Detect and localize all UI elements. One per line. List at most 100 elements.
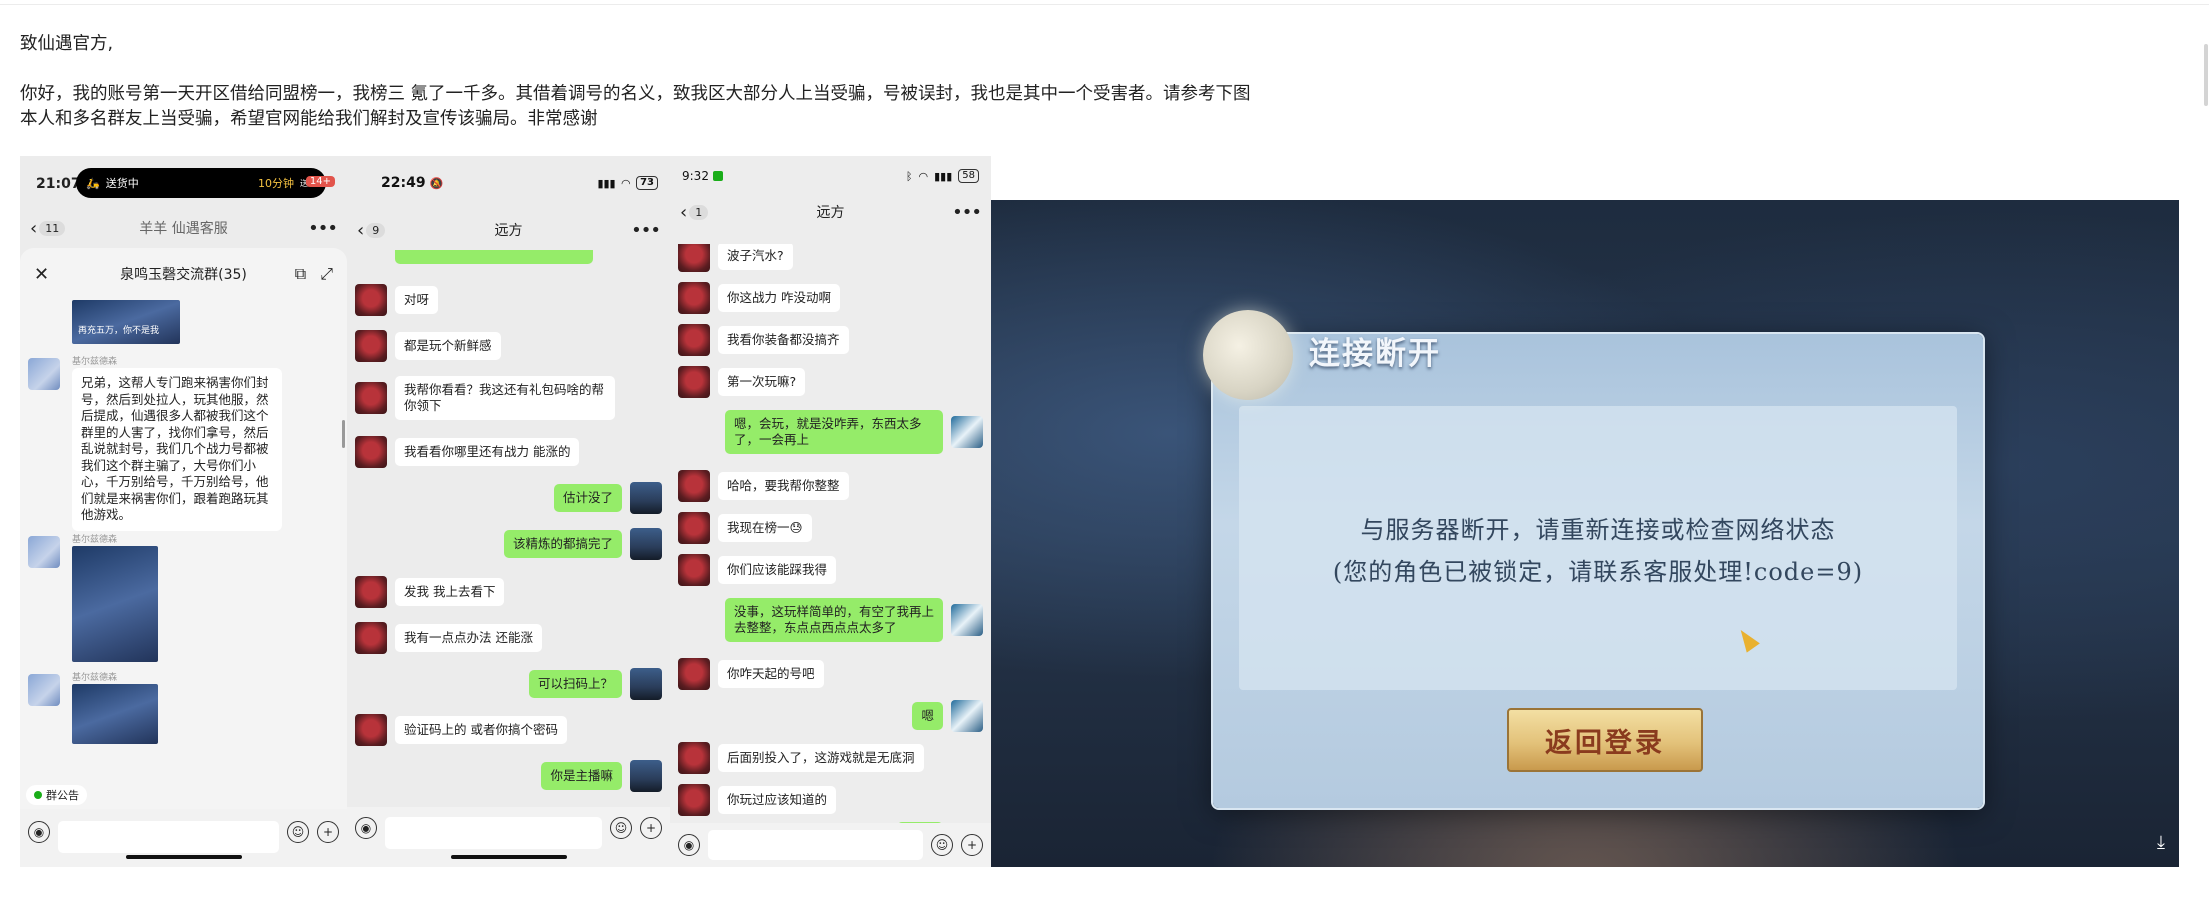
back-icon[interactable]: ‹ [680, 202, 687, 223]
message-bubble[interactable]: 你玩过应该知道的 [718, 786, 837, 814]
avatar[interactable] [678, 244, 710, 272]
back-icon[interactable]: ‹ [30, 218, 37, 239]
plus-icon[interactable]: + [961, 834, 983, 856]
avatar[interactable] [678, 366, 710, 398]
message-bubble[interactable]: 没事，这玩样简单的，有空了我再上去整整，东点点西点点太多了 [725, 598, 943, 642]
sender-name: 基尔兹德森 [72, 535, 118, 545]
chat-screenshot-image[interactable] [72, 546, 158, 662]
message-bubble[interactable]: 后面别投入了，这游戏就是无底洞 [718, 744, 924, 772]
message-row: 你这战力 咋没动啊 [670, 282, 991, 314]
avatar[interactable] [678, 742, 710, 774]
group-notice[interactable]: 群公告 [26, 785, 87, 805]
avatar[interactable] [355, 622, 387, 654]
message-bubble[interactable]: 估计没了 [553, 484, 622, 512]
avatar[interactable] [355, 382, 387, 414]
message-bubble[interactable]: 我有一点点办法 还能涨 [395, 624, 542, 652]
avatar[interactable] [678, 324, 710, 356]
avatar[interactable] [678, 512, 710, 544]
avatar[interactable] [678, 658, 710, 690]
battery-badge: 14+ [305, 176, 335, 187]
home-indicator[interactable] [450, 855, 567, 859]
avatar[interactable] [28, 536, 60, 568]
avatar[interactable] [630, 760, 662, 792]
message-bubble[interactable]: 可以扫码上？ [528, 670, 622, 698]
more-icon[interactable]: ••• [952, 202, 982, 223]
message-bubble[interactable]: 我帮你看看？我这还有礼包码啥的帮你领下 [395, 376, 615, 420]
back-icon[interactable]: ‹ [357, 220, 364, 241]
chat-image[interactable]: 再充五万，你不是我 [72, 300, 180, 344]
plus-icon[interactable]: + [317, 821, 339, 843]
message-row: 我看看你哪里还有战力 能涨的 [347, 436, 670, 468]
notice-icon [34, 791, 42, 799]
avatar[interactable] [951, 416, 983, 448]
group-message-list[interactable]: 再充五万，你不是我 基尔兹德森 兄弟，这帮人专门跑来祸害你们封号，然后到处拉人，… [20, 300, 347, 775]
message-bubble[interactable]: 嗯，会玩，就是没咋弄，东西太多了，一会再上 [725, 410, 943, 454]
avatar[interactable] [678, 784, 710, 816]
close-icon[interactable]: ✕ [34, 264, 49, 285]
voice-icon[interactable]: ◉ [678, 834, 700, 856]
message-bubble[interactable]: 对呀 [395, 286, 439, 314]
message-bubble[interactable]: 发我 我上去看下 [395, 578, 505, 606]
avatar[interactable] [355, 284, 387, 316]
more-icon[interactable]: ••• [631, 220, 661, 241]
avatar[interactable] [678, 470, 710, 502]
avatar[interactable] [28, 674, 60, 706]
avatar[interactable] [630, 482, 662, 514]
avatar[interactable] [630, 668, 662, 700]
nav-title: 羊羊 仙遇客服 [139, 221, 228, 237]
message-bubble[interactable]: 都是玩个新鲜感 [395, 332, 501, 360]
message-bubble[interactable]: 我现在榜一😓 [718, 514, 812, 542]
emoji-icon[interactable]: ☺ [610, 817, 632, 839]
status-time: 9:32 [682, 169, 709, 183]
avatar[interactable] [355, 714, 387, 746]
message-bubble[interactable]: 该精炼的都搞完了 [503, 530, 622, 558]
message-list[interactable]: 波子汽水? 你这战力 咋没动啊 我看你装备都没搞齐 第一次玩嘛? 嗯，会玩，就是… [670, 244, 991, 823]
message-input[interactable] [708, 830, 923, 860]
message-bubble[interactable]: 你咋天起的号吧 [718, 660, 824, 688]
download-icon[interactable]: ⤓ [2157, 832, 2165, 853]
notice-label: 群公告 [46, 789, 79, 802]
more-icon[interactable]: ••• [308, 218, 338, 239]
message-row: 验证码上的 或者你搞个密码 [347, 714, 670, 746]
message-bubble[interactable]: 哈哈，要我帮你整整 [718, 472, 849, 500]
scrollbar-thumb[interactable] [2204, 44, 2208, 106]
home-indicator[interactable] [125, 855, 242, 859]
avatar[interactable] [28, 358, 60, 390]
message-bubble[interactable]: 你是主播嘛 [541, 762, 622, 790]
message-bubble[interactable]: 我看看你哪里还有战力 能涨的 [395, 438, 580, 466]
voice-icon[interactable]: ◉ [355, 817, 377, 839]
message-input[interactable] [58, 821, 279, 853]
message-list[interactable]: 对呀 都是玩个新鲜感 我帮你看看？我这还有礼包码啥的帮你领下 我看看你哪里还有战… [347, 250, 670, 815]
chat-screenshot-image[interactable] [72, 684, 158, 744]
message-bubble[interactable]: 兄弟，这帮人专门跑来祸害你们封号，然后到处拉人，玩其他服，然后提成，仙遇很多人都… [72, 368, 282, 531]
emoji-icon[interactable]: ☺ [287, 821, 309, 843]
message-bubble[interactable]: 波子汽水? [718, 244, 793, 270]
avatar[interactable] [951, 604, 983, 636]
message-input[interactable] [385, 817, 602, 849]
voice-icon[interactable]: ◉ [28, 821, 50, 843]
chat-nav-bar: ‹ 11 羊羊 仙遇客服 ••• [20, 208, 347, 248]
return-login-button[interactable]: 返回登录 [1507, 708, 1703, 772]
avatar[interactable] [355, 436, 387, 468]
message-row: 波子汽水? [670, 244, 991, 272]
emoji-icon[interactable]: ☺ [931, 834, 953, 856]
message-bubble[interactable]: 第一次玩嘛? [718, 368, 806, 396]
message-bubble[interactable]: 验证码上的 或者你搞个密码 [395, 716, 567, 744]
message-row: 我现在榜一😓 [670, 512, 991, 544]
message-bubble[interactable]: 你这战力 咋没动啊 [718, 284, 840, 312]
message-bubble[interactable]: 嗯 [912, 702, 943, 730]
status-bar: 22:49 🔕 ▮▮▮ ◠ 73 [347, 156, 670, 210]
avatar[interactable] [630, 528, 662, 560]
avatar[interactable] [678, 282, 710, 314]
avatar[interactable] [951, 700, 983, 732]
avatar[interactable] [355, 576, 387, 608]
open-icon[interactable]: ⧉ [295, 264, 306, 284]
message-bubble[interactable]: 我看你装备都没搞齐 [718, 326, 849, 354]
plus-icon[interactable]: + [640, 817, 662, 839]
message-bubble-partial[interactable] [395, 250, 593, 264]
avatar[interactable] [355, 330, 387, 362]
avatar[interactable] [678, 554, 710, 586]
expand-icon[interactable]: ⤢ [320, 264, 333, 284]
message-bubble[interactable]: 你们应该能踩我得 [718, 556, 837, 584]
page-scrollbar[interactable] [2203, 0, 2209, 919]
